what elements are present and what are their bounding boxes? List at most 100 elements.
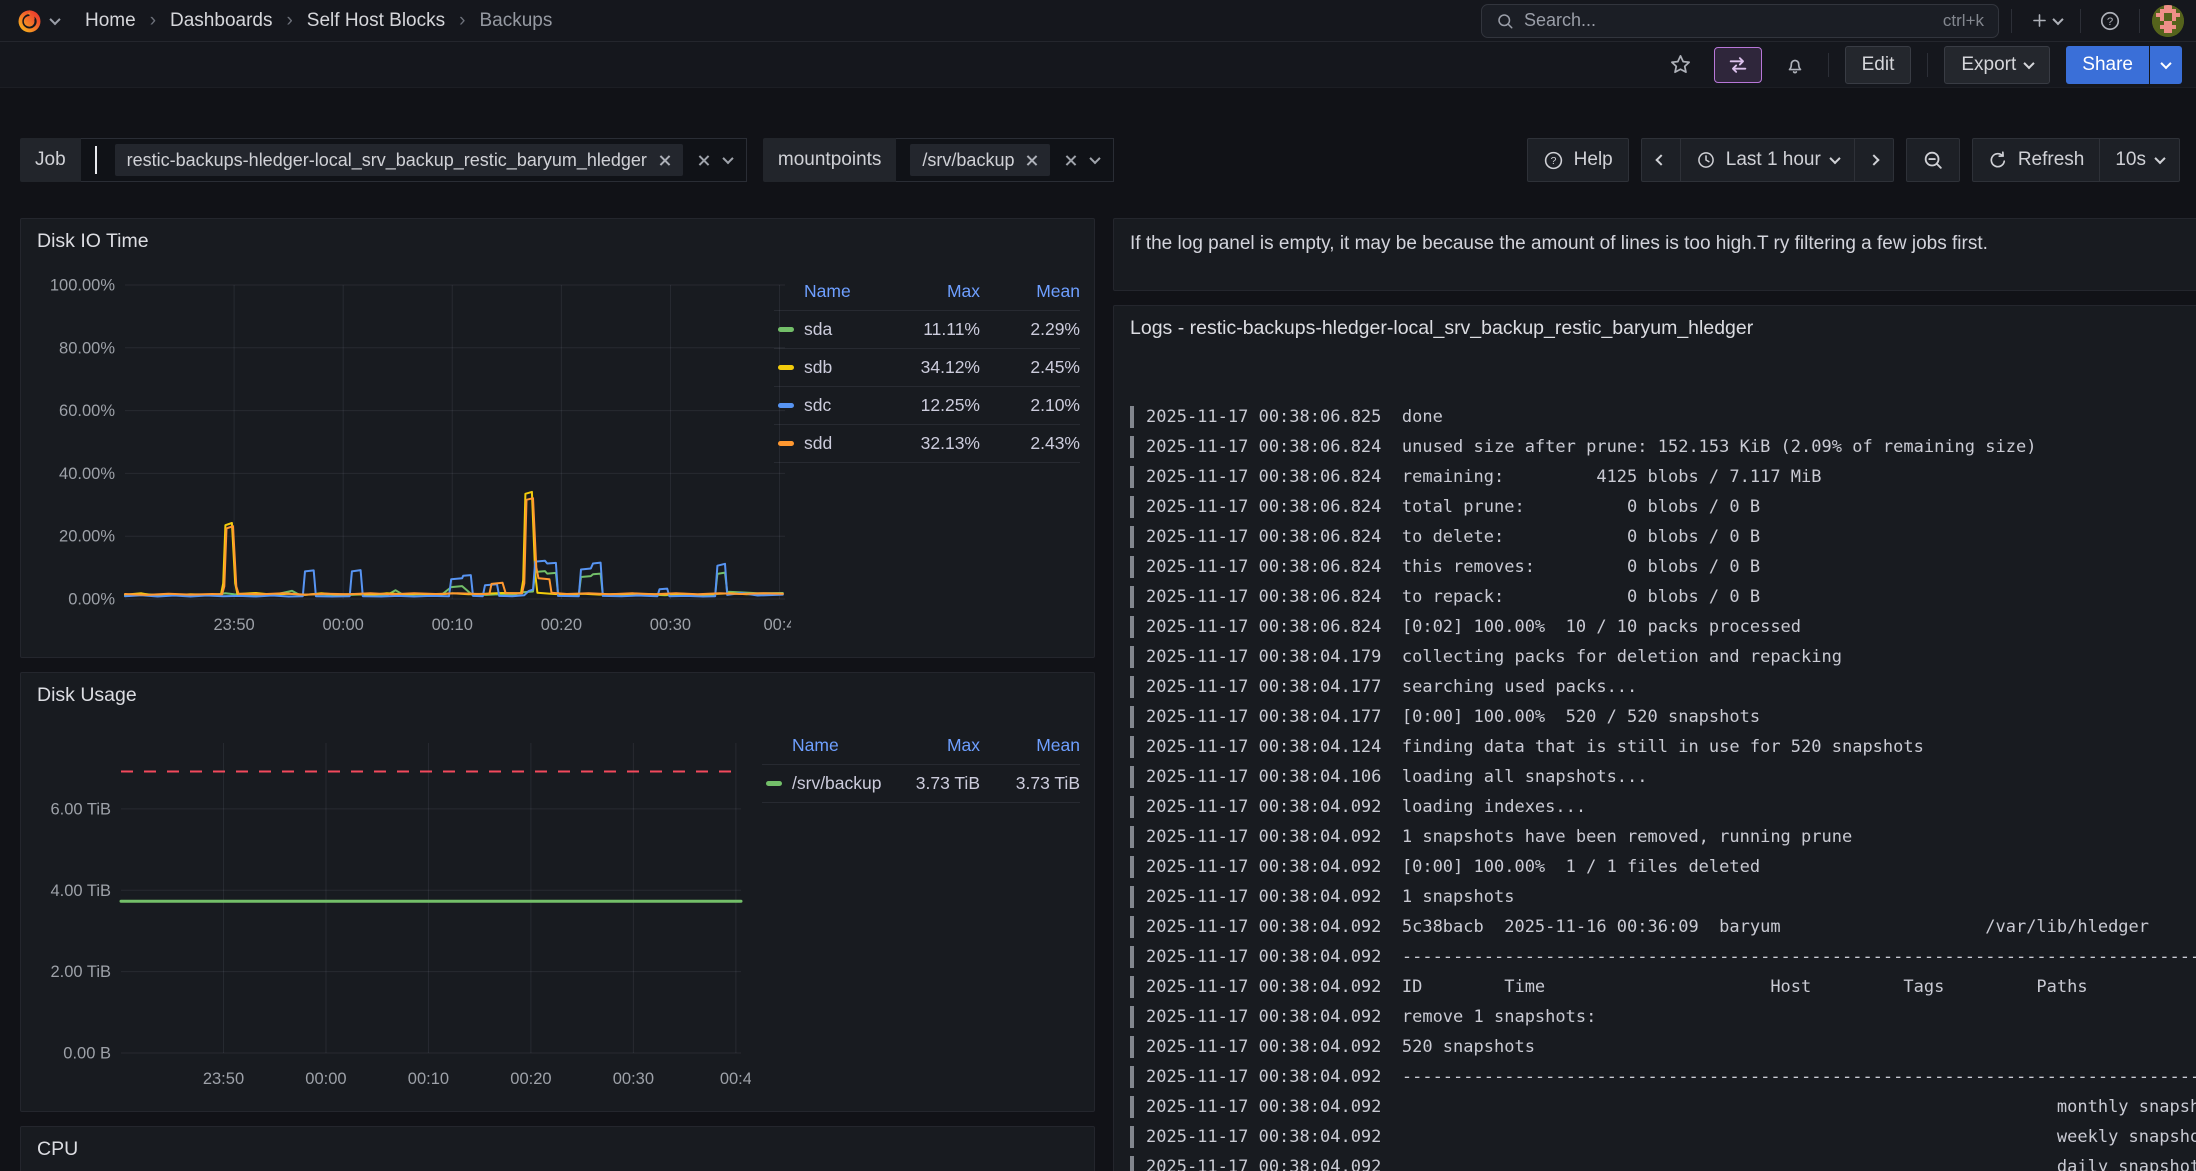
svg-text:20.00%: 20.00%	[59, 528, 115, 546]
log-row[interactable]: 2025-11-17 00:38:04.092 1 snapshots have…	[1130, 822, 2196, 852]
job-variable-label: Job	[20, 138, 81, 182]
log-line-text: 2025-11-17 00:38:04.092 loading indexes.…	[1146, 797, 1586, 817]
log-row[interactable]: 2025-11-17 00:38:04.106 loading all snap…	[1130, 762, 2196, 792]
refresh-button[interactable]: Refresh	[1972, 138, 2101, 182]
clear-icon[interactable]	[1064, 154, 1077, 167]
breadcrumb-dashboards[interactable]: Dashboards	[170, 10, 272, 32]
log-line-text: 2025-11-17 00:38:04.124 finding data tha…	[1146, 737, 1924, 757]
log-row[interactable]: 2025-11-17 00:38:06.824 [0:02] 100.00% 1…	[1130, 612, 2196, 642]
log-row[interactable]: 2025-11-17 00:38:04.177 [0:00] 100.00% 5…	[1130, 702, 2196, 732]
help-menu-button[interactable]: ?	[2093, 4, 2127, 38]
zoom-out-button[interactable]	[1906, 138, 1960, 182]
job-value-tag[interactable]: restic-backups-hledger-local_srv_backup_…	[115, 144, 683, 176]
disk-io-time-panel: Disk IO Time 0.00%20.00%40.00%60.00%80.0…	[20, 218, 1095, 658]
legend-row[interactable]: sdd32.13%2.43%	[774, 425, 1080, 463]
log-row[interactable]: 2025-11-17 00:38:04.092 ID Time Host Tag…	[1130, 972, 2196, 1002]
log-line-text: 2025-11-17 00:38:04.177 searching used p…	[1146, 677, 1637, 697]
disk-io-chart[interactable]: 0.00%20.00%40.00%60.00%80.00%100.00%23:5…	[25, 259, 791, 649]
time-range-back-button[interactable]	[1641, 138, 1681, 182]
chevron-down-icon[interactable]	[1090, 153, 1101, 164]
log-row[interactable]: 2025-11-17 00:38:04.092 5c38bacb 2025-11…	[1130, 912, 2196, 942]
log-row[interactable]: 2025-11-17 00:38:04.092 [0:00] 100.00% 1…	[1130, 852, 2196, 882]
panel-title[interactable]: CPU	[21, 1127, 1094, 1171]
svg-text:80.00%: 80.00%	[59, 339, 115, 357]
public-dashboard-toggle[interactable]	[1714, 47, 1762, 83]
svg-text:?: ?	[2107, 15, 2113, 27]
share-button[interactable]: Share	[2066, 46, 2149, 84]
log-line-text: 2025-11-17 00:38:06.824 to repack: 0 blo…	[1146, 587, 1760, 607]
remove-tag-icon[interactable]	[1025, 154, 1038, 167]
log-row[interactable]: 2025-11-17 00:38:06.824 total prune: 0 b…	[1130, 492, 2196, 522]
favorite-star-button[interactable]	[1663, 48, 1698, 82]
bell-icon	[1784, 54, 1806, 76]
svg-text:40.00%: 40.00%	[59, 465, 115, 483]
log-line-text: 2025-11-17 00:38:06.824 unused size afte…	[1146, 437, 2036, 457]
time-range-picker[interactable]: Last 1 hour	[1680, 138, 1855, 182]
log-level-bar	[1130, 1096, 1134, 1118]
remove-tag-icon[interactable]	[658, 154, 671, 167]
search-icon	[1496, 12, 1514, 30]
zoom-out-icon	[1922, 149, 1944, 171]
svg-text:00:20: 00:20	[510, 1070, 551, 1088]
log-level-bar	[1130, 886, 1134, 908]
log-row[interactable]: 2025-11-17 00:38:04.179 collecting packs…	[1130, 642, 2196, 672]
log-row[interactable]: 2025-11-17 00:38:04.092 daily snapshot	[1130, 1152, 2196, 1171]
legend-row[interactable]: sdc12.25%2.10%	[774, 387, 1080, 425]
log-line-text: 2025-11-17 00:38:04.092 1 snapshots have…	[1146, 827, 1852, 847]
log-line-text: 2025-11-17 00:38:04.092 5c38bacb 2025-11…	[1146, 917, 2149, 937]
panel-title[interactable]: Disk IO Time	[21, 219, 1094, 264]
alerts-bell-button[interactable]	[1778, 48, 1812, 82]
disk-usage-chart[interactable]: 0.00 B2.00 TiB4.00 TiB6.00 TiB23:5000:00…	[25, 713, 751, 1103]
edit-button[interactable]: Edit	[1845, 46, 1912, 84]
log-row[interactable]: 2025-11-17 00:38:04.124 finding data tha…	[1130, 732, 2196, 762]
export-button[interactable]: Export	[1944, 46, 2050, 84]
mountpoints-variable-input[interactable]: /srv/backup	[896, 138, 1114, 182]
log-row[interactable]: 2025-11-17 00:38:04.092 ----------------…	[1130, 942, 2196, 972]
log-row[interactable]: 2025-11-17 00:38:04.092 monthly snapshot	[1130, 1092, 2196, 1122]
share-menu-button[interactable]	[2150, 46, 2182, 84]
log-row[interactable]: 2025-11-17 00:38:06.825 done	[1130, 402, 2196, 432]
breadcrumb-current: Backups	[479, 10, 552, 32]
panel-title[interactable]: Logs - restic-backups-hledger-local_srv_…	[1114, 306, 2196, 351]
log-line-text: 2025-11-17 00:38:06.824 remaining: 4125 …	[1146, 467, 1822, 487]
log-row[interactable]: 2025-11-17 00:38:06.824 to repack: 0 blo…	[1130, 582, 2196, 612]
clear-icon[interactable]	[697, 154, 710, 167]
log-level-bar	[1130, 646, 1134, 668]
search-input[interactable]: Search... ctrl+k	[1481, 4, 1999, 38]
breadcrumb-home[interactable]: Home	[85, 10, 136, 32]
legend-header: NameMaxMean	[774, 273, 1080, 311]
log-rows: 2025-11-17 00:38:06.825 done 2025-11-17 0…	[1130, 402, 2196, 1171]
help-button[interactable]: ? Help	[1527, 138, 1629, 182]
grafana-logo-icon[interactable]	[16, 7, 43, 34]
disk-usage-panel: Disk Usage 0.00 B2.00 TiB4.00 TiB6.00 Ti…	[20, 672, 1095, 1112]
log-row[interactable]: 2025-11-17 00:38:04.092 ----------------…	[1130, 1062, 2196, 1092]
panel-title[interactable]: Disk Usage	[21, 673, 1094, 718]
job-variable-input[interactable]: restic-backups-hledger-local_srv_backup_…	[81, 138, 747, 182]
legend-row[interactable]: /srv/backup3.73 TiB3.73 TiB	[762, 765, 1080, 803]
add-new-button[interactable]	[2024, 4, 2068, 38]
log-row[interactable]: 2025-11-17 00:38:04.092 1 snapshots	[1130, 882, 2196, 912]
user-avatar[interactable]	[2152, 5, 2184, 37]
log-row[interactable]: 2025-11-17 00:38:06.824 remaining: 4125 …	[1130, 462, 2196, 492]
log-row[interactable]: 2025-11-17 00:38:04.177 searching used p…	[1130, 672, 2196, 702]
log-row[interactable]: 2025-11-17 00:38:04.092 loading indexes.…	[1130, 792, 2196, 822]
legend-row[interactable]: sda11.11%2.29%	[774, 311, 1080, 349]
log-row[interactable]: 2025-11-17 00:38:04.092 weekly snapshot	[1130, 1122, 2196, 1152]
log-row[interactable]: 2025-11-17 00:38:06.824 to delete: 0 blo…	[1130, 522, 2196, 552]
legend-row[interactable]: sdb34.12%2.45%	[774, 349, 1080, 387]
series-color-swatch	[778, 441, 794, 446]
org-switcher[interactable]	[16, 7, 59, 34]
log-row[interactable]: 2025-11-17 00:38:04.092 remove 1 snapsho…	[1130, 1002, 2196, 1032]
log-level-bar	[1130, 706, 1134, 728]
chevron-down-icon	[2160, 57, 2171, 68]
svg-text:?: ?	[1550, 155, 1556, 167]
log-row[interactable]: 2025-11-17 00:38:06.824 unused size afte…	[1130, 432, 2196, 462]
breadcrumb-folder[interactable]: Self Host Blocks	[307, 10, 445, 32]
time-range-forward-button[interactable]	[1854, 138, 1894, 182]
log-row[interactable]: 2025-11-17 00:38:04.092 520 snapshots	[1130, 1032, 2196, 1062]
log-row[interactable]: 2025-11-17 00:38:06.824 this removes: 0 …	[1130, 552, 2196, 582]
chevron-down-icon[interactable]	[722, 153, 733, 164]
refresh-interval-picker[interactable]: 10s	[2099, 138, 2180, 182]
mountpoints-value-tag[interactable]: /srv/backup	[910, 144, 1050, 176]
log-line-text: 2025-11-17 00:38:06.825 done	[1146, 407, 1443, 427]
